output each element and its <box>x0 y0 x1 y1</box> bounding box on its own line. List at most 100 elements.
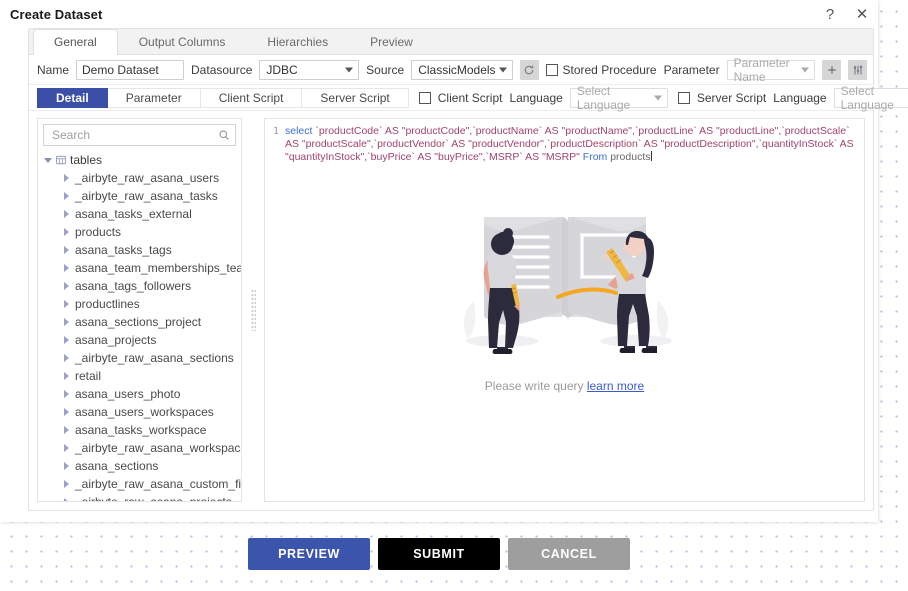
chevron-right-icon[interactable] <box>64 480 69 488</box>
chevron-right-icon[interactable] <box>64 174 69 182</box>
tab-general[interactable]: General <box>33 29 118 55</box>
detail-body: tables _airbyte_raw_asana_users_airbyte_… <box>29 112 873 510</box>
search-input[interactable] <box>50 125 213 145</box>
tree-item[interactable]: _airbyte_raw_asana_users <box>38 169 241 187</box>
sql-query-input[interactable]: select `productCode` AS "productCode",`p… <box>285 125 858 164</box>
chevron-down-icon[interactable] <box>44 157 52 163</box>
plus-icon[interactable] <box>822 59 842 80</box>
client-script-checkbox[interactable] <box>418 91 431 104</box>
chevron-right-icon[interactable] <box>64 192 69 200</box>
panel-splitter[interactable] <box>242 118 264 502</box>
tree-item-label: asana_team_memberships_team <box>75 261 241 275</box>
datasource-select[interactable]: JDBC <box>259 59 360 80</box>
tab-preview[interactable]: Preview <box>349 29 434 54</box>
learn-more-link[interactable]: learn more <box>587 379 644 393</box>
source-value: ClassicModels <box>418 62 496 77</box>
tree-item[interactable]: asana_tasks_external <box>38 205 241 223</box>
chevron-right-icon[interactable] <box>64 462 69 470</box>
chevron-right-icon[interactable] <box>64 498 69 501</box>
create-dataset-dialog: Create Dataset ? ✕ General Output Column… <box>0 0 908 522</box>
tree-item-label: asana_tasks_workspace <box>75 423 207 437</box>
chevron-right-icon[interactable] <box>64 282 69 290</box>
chevron-right-icon[interactable] <box>64 354 69 362</box>
subtab-server-script[interactable]: Server Script <box>302 87 409 108</box>
tree-list[interactable]: tables _airbyte_raw_asana_users _airbyte_… <box>38 149 241 501</box>
tree-item-label: _airbyte_raw_asana_users <box>75 171 220 185</box>
chevron-right-icon[interactable] <box>64 246 69 254</box>
chevron-right-icon[interactable] <box>64 336 69 344</box>
tree-item[interactable]: asana_sections_project <box>38 313 241 331</box>
source-select[interactable]: ClassicModels <box>411 59 513 80</box>
parameter-name-select[interactable]: Parameter Name <box>726 56 816 84</box>
tree-item[interactable]: asana_tags_followers <box>38 277 241 295</box>
tree-item[interactable]: products <box>38 223 241 241</box>
tree-item[interactable]: _airbyte_raw_asana_custom_fields <box>38 475 241 493</box>
tree-item[interactable]: _airbyte_raw_asana_tasks <box>38 187 241 205</box>
tree-item[interactable]: asana_sections <box>38 457 241 475</box>
tree-item[interactable]: asana_tasks_tags <box>38 241 241 259</box>
chevron-right-icon[interactable] <box>64 318 69 326</box>
server-script-checkbox[interactable] <box>677 91 690 104</box>
sql-editor-panel[interactable]: 1 select `productCode` AS "productCode",… <box>264 118 865 502</box>
subtab-detail[interactable]: Detail <box>37 87 108 108</box>
tree-item[interactable]: asana_users_workspaces <box>38 403 241 421</box>
server-language-select[interactable]: Select Language <box>833 84 908 112</box>
chevron-right-icon[interactable] <box>64 444 69 452</box>
tree-item[interactable]: asana_tasks_workspace <box>38 421 241 439</box>
empty-state: Please write query learn more <box>265 189 864 393</box>
tree-node-tables[interactable]: tables <box>38 151 241 169</box>
page-title: Create Dataset <box>10 7 103 22</box>
help-question-icon[interactable]: ? <box>820 4 840 24</box>
chevron-right-icon[interactable] <box>64 390 69 398</box>
text-caret <box>650 151 652 161</box>
tree-item-label: _airbyte_raw_asana_projects <box>75 495 232 501</box>
submit-button[interactable]: SUBMIT <box>378 538 500 570</box>
chevron-right-icon[interactable] <box>64 408 69 416</box>
tree-item-label: asana_users_photo <box>75 387 181 401</box>
chevron-right-icon[interactable] <box>64 264 69 272</box>
tree-item[interactable]: asana_team_memberships_team <box>38 259 241 277</box>
cancel-button[interactable]: CANCEL <box>508 538 630 570</box>
client-script-options: Client Script Language Select Language <box>418 84 668 112</box>
tab-output-columns[interactable]: Output Columns <box>118 29 247 54</box>
subtab-parameter[interactable]: Parameter <box>107 87 201 108</box>
datasource-value: JDBC <box>266 62 298 77</box>
tree-item-label: asana_tasks_tags <box>75 243 172 257</box>
tree-item[interactable]: retail <box>38 367 241 385</box>
chevron-right-icon[interactable] <box>64 426 69 434</box>
tree-item[interactable]: asana_users_photo <box>38 385 241 403</box>
detail-subtab-bar: Detail Parameter Client Script Server Sc… <box>29 84 908 112</box>
tree-node-label: tables <box>70 153 103 167</box>
sql-token: `productCode` AS "productCode",`productN… <box>285 125 857 163</box>
tree-item-label: asana_projects <box>75 333 157 347</box>
tree-item-label: asana_users_workspaces <box>75 405 214 419</box>
stored-procedure-checkbox[interactable] <box>545 63 558 76</box>
chevron-right-icon[interactable] <box>64 210 69 218</box>
preview-button[interactable]: PREVIEW <box>248 538 370 570</box>
chevron-right-icon[interactable] <box>64 372 69 380</box>
tree-children: _airbyte_raw_asana_users _airbyte_raw_asa… <box>38 169 241 501</box>
tree-item[interactable]: asana_projects <box>38 331 241 349</box>
dataset-name-input[interactable] <box>76 59 185 80</box>
chevron-right-icon[interactable] <box>64 228 69 236</box>
tree-item[interactable]: productlines <box>38 295 241 313</box>
tree-item[interactable]: _airbyte_raw_asana_projects <box>38 493 241 501</box>
refresh-icon[interactable] <box>519 59 539 80</box>
dataset-meta-row: Name Datasource JDBC Source ClassicModel… <box>29 55 873 85</box>
close-icon[interactable]: ✕ <box>852 4 872 24</box>
stored-procedure-checkbox-group[interactable]: Stored Procedure <box>545 63 657 77</box>
chevron-right-icon[interactable] <box>64 300 69 308</box>
subtab-client-script[interactable]: Client Script <box>200 87 303 108</box>
tree-item-label: _airbyte_raw_asana_custom_fields <box>75 477 241 491</box>
client-script-label: Client Script <box>437 90 503 105</box>
search-box[interactable] <box>43 124 236 146</box>
tree-item[interactable]: _airbyte_raw_asana_workspaces <box>38 439 241 457</box>
sql-token: select <box>285 125 316 137</box>
tab-hierarchies[interactable]: Hierarchies <box>246 29 349 54</box>
client-language-select[interactable]: Select Language <box>569 84 668 112</box>
tree-item-label: _airbyte_raw_asana_sections <box>75 351 234 365</box>
server-script-label: Server Script <box>696 90 767 105</box>
sliders-icon[interactable] <box>848 59 867 80</box>
window-controls: ? ✕ <box>820 4 872 24</box>
tree-item[interactable]: _airbyte_raw_asana_sections <box>38 349 241 367</box>
